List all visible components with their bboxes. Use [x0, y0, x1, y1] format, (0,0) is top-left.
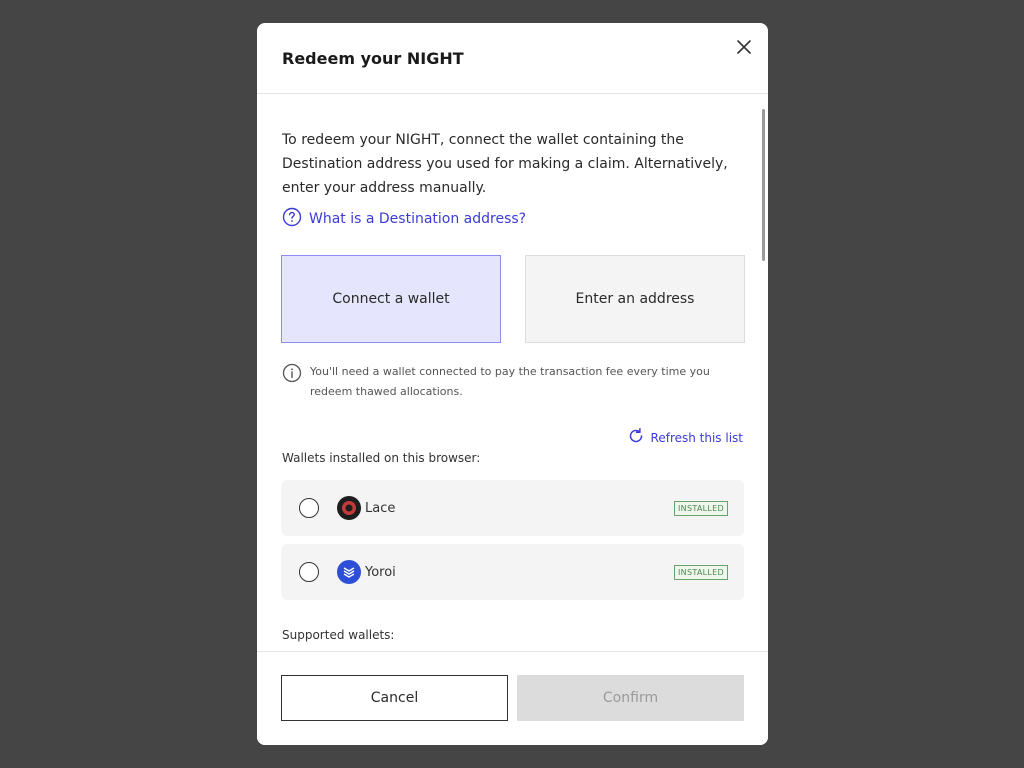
scrollbar[interactable] [762, 109, 765, 261]
info-circle-icon [282, 363, 302, 402]
refresh-icon [627, 427, 645, 448]
modal-title: Redeem your NIGHT [282, 49, 464, 68]
close-icon[interactable] [732, 35, 756, 59]
wallet-row-lace[interactable]: Lace INSTALLED [281, 480, 744, 536]
connect-wallet-label: Connect a wallet [332, 291, 450, 307]
enter-address-label: Enter an address [575, 291, 695, 307]
installed-badge: INSTALLED [674, 565, 728, 580]
installed-wallets-label: Wallets installed on this browser: [282, 451, 481, 465]
question-circle-icon [282, 207, 302, 231]
yoroi-logo-icon [337, 560, 361, 584]
modal-body[interactable]: To redeem your NIGHT, connect the wallet… [257, 94, 768, 651]
wallet-radio-lace[interactable] [299, 498, 319, 518]
modal-footer: Cancel Confirm [257, 651, 768, 745]
intro-text: To redeem your NIGHT, connect the wallet… [282, 132, 728, 196]
refresh-list-button[interactable]: Refresh this list [627, 427, 743, 448]
wallet-row-yoroi[interactable]: Yoroi INSTALLED [281, 544, 744, 600]
destination-address-help-link[interactable]: What is a Destination address? [282, 207, 526, 231]
wallet-radio-yoroi[interactable] [299, 562, 319, 582]
cancel-button[interactable]: Cancel [281, 675, 508, 721]
modal-header: Redeem your NIGHT [257, 23, 768, 94]
supported-wallets-label: Supported wallets: [282, 628, 395, 642]
help-link-label: What is a Destination address? [309, 211, 527, 227]
fee-notice-text: You'll need a wallet connected to pay th… [310, 365, 710, 398]
connect-wallet-option[interactable]: Connect a wallet [281, 255, 501, 343]
confirm-button[interactable]: Confirm [517, 675, 744, 721]
installed-badge: INSTALLED [674, 501, 728, 516]
refresh-label: Refresh this list [650, 430, 743, 445]
lace-logo-icon [337, 496, 361, 520]
redeem-modal: Redeem your NIGHT To redeem your NIGHT, … [257, 23, 768, 745]
fee-notice: You'll need a wallet connected to pay th… [282, 362, 737, 402]
wallet-name: Lace [365, 500, 396, 516]
wallet-name: Yoroi [365, 564, 396, 580]
enter-address-option[interactable]: Enter an address [525, 255, 745, 343]
